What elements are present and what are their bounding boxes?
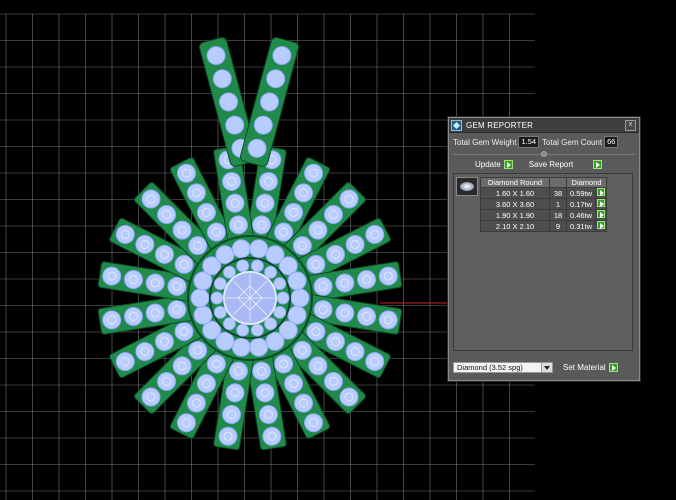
select-row-go-icon[interactable] [597, 199, 606, 207]
pendant-bail[interactable] [198, 36, 299, 167]
weight-cell: 0.17tw [565, 198, 597, 210]
size-cell: 2.10 X 2.10 [480, 220, 550, 232]
table-row[interactable]: 2.10 X 2.10 9 0.31tw [480, 220, 608, 232]
save-report-button[interactable]: Save Report [528, 159, 603, 169]
close-button[interactable]: x [625, 120, 636, 131]
sunburst-pendant-model[interactable] [97, 36, 403, 451]
panel-titlebar[interactable]: GEM REPORTER x [449, 118, 639, 133]
update-button[interactable]: Update [475, 159, 513, 169]
select-row-go-icon[interactable] [597, 221, 606, 229]
table-row[interactable]: 1.60 X 1.60 38 0.59tw [480, 187, 608, 199]
count-cell: 38 [549, 187, 567, 199]
count-cell: 1 [549, 198, 567, 210]
material-dropdown[interactable]: Diamond (3.52 spg) [453, 362, 553, 373]
round-diamond-thumbnail-icon [456, 177, 478, 196]
set-material-label: Set Material [563, 363, 606, 372]
gem-icon [451, 119, 462, 131]
update-go-icon[interactable] [503, 159, 513, 169]
panel-divider [453, 151, 635, 157]
material-dropdown-value: Diamond (3.52 spg) [457, 363, 523, 372]
total-gem-weight-value: 1.54 [518, 136, 540, 148]
total-gem-count-label: Total Gem Count [542, 137, 603, 147]
table-row[interactable]: 3.60 X 3.60 1 0.17tw [480, 198, 608, 210]
size-cell: 1.90 X 1.90 [480, 209, 550, 221]
weight-cell: 0.59tw [565, 187, 597, 199]
collapse-handle[interactable] [541, 151, 547, 157]
count-cell: 18 [549, 209, 567, 221]
col-header-material: Diamond [565, 177, 608, 188]
totals-row: Total Gem Weight 1.54 Total Gem Count 66 [453, 136, 635, 148]
col-header-count [549, 177, 567, 188]
material-row: Diamond (3.52 spg) Set Material [453, 361, 635, 374]
gem-list-area: Diamond Round Diamond 1.60 X 1.60 38 0.5… [453, 173, 633, 351]
total-gem-weight-label: Total Gem Weight [453, 137, 517, 147]
size-cell: 1.60 X 1.60 [480, 187, 550, 199]
action-row: Update Save Report [475, 158, 603, 170]
count-cell: 9 [549, 220, 567, 232]
set-material-button[interactable]: Set Material [563, 363, 618, 372]
chevron-down-icon[interactable] [541, 363, 552, 372]
size-cell: 3.60 X 3.60 [480, 198, 550, 210]
table-row[interactable]: 1.90 X 1.90 18 0.46tw [480, 209, 608, 221]
gem-reporter-panel: GEM REPORTER x Total Gem Weight 1.54 Tot… [448, 117, 640, 381]
select-row-go-icon[interactable] [597, 188, 606, 196]
gem-table: Diamond Round Diamond 1.60 X 1.60 38 0.5… [480, 177, 608, 232]
col-header-shape: Diamond Round [480, 177, 550, 188]
weight-cell: 0.31tw [565, 220, 597, 232]
select-row-go-icon[interactable] [597, 210, 606, 218]
save-report-label: Save Report [528, 159, 574, 169]
total-gem-count-value: 66 [604, 136, 619, 148]
set-material-go-icon[interactable] [608, 363, 618, 372]
weight-cell: 0.46tw [565, 209, 597, 221]
panel-title: GEM REPORTER [466, 120, 534, 130]
update-label: Update [475, 159, 501, 169]
save-report-go-icon[interactable] [593, 159, 603, 169]
